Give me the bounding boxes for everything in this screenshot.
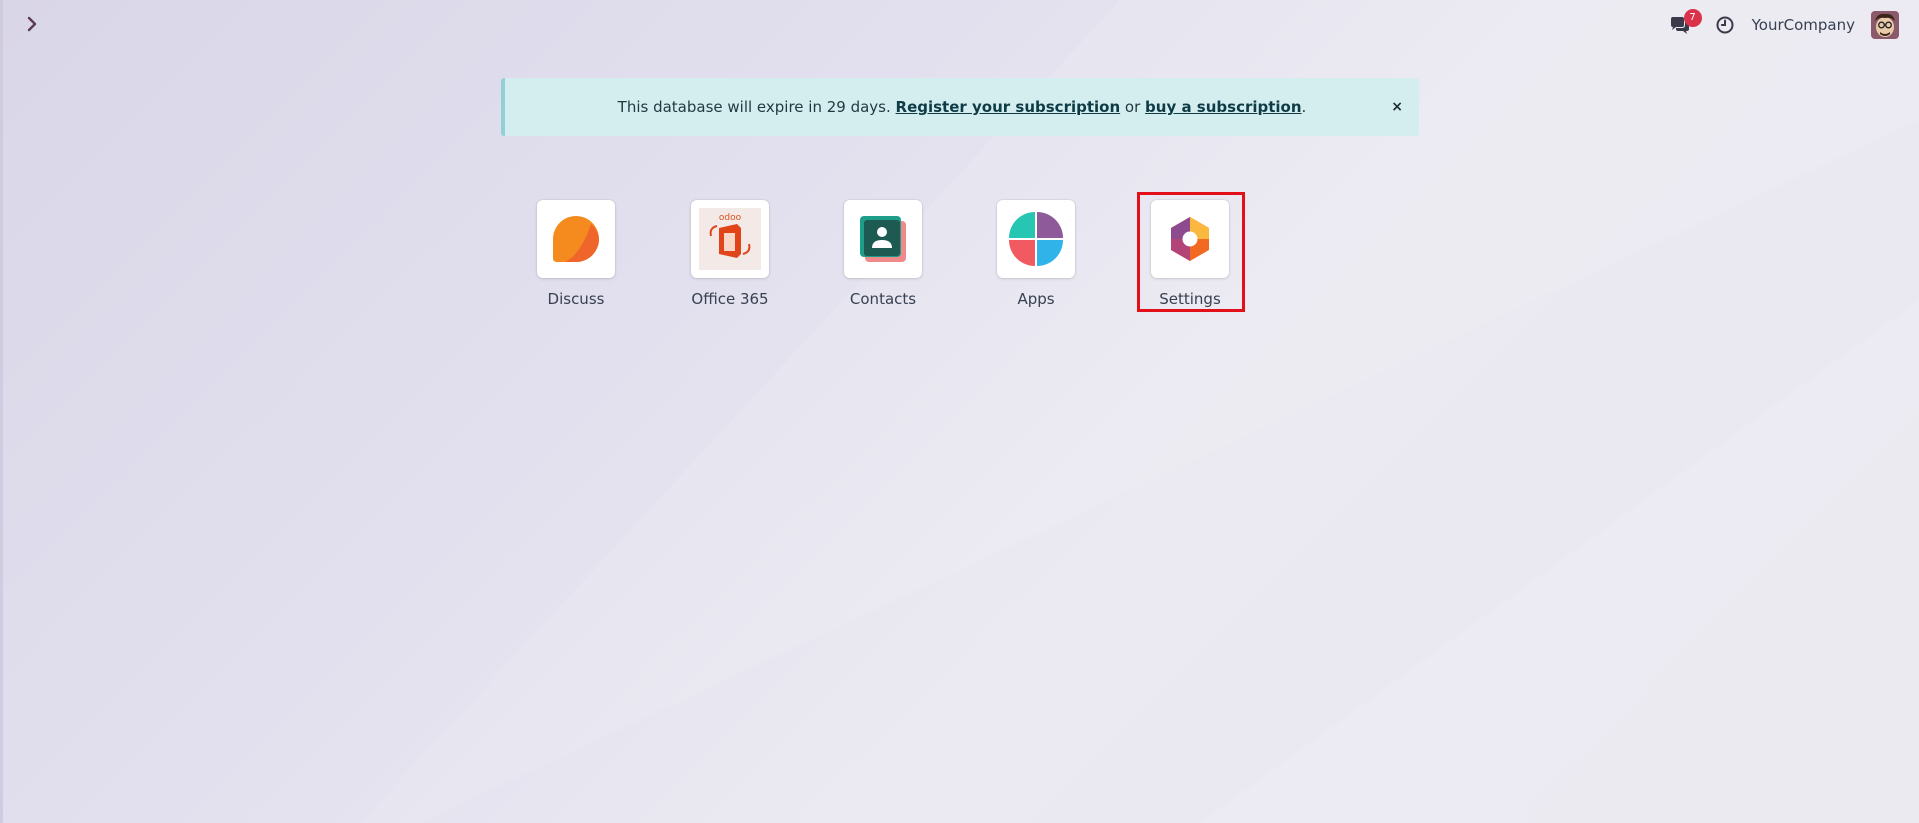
contacts-icon	[860, 216, 906, 262]
close-icon[interactable]: ×	[1391, 99, 1403, 115]
buy-subscription-link[interactable]: buy a subscription	[1145, 98, 1302, 116]
sidebar-toggle-button[interactable]	[20, 12, 44, 36]
user-avatar[interactable]	[1871, 11, 1899, 39]
apps-icon	[1009, 212, 1063, 266]
app-label-settings: Settings	[1159, 290, 1221, 308]
company-switcher[interactable]: YourCompany	[1752, 16, 1855, 34]
app-discuss[interactable]: Discuss	[516, 200, 636, 308]
office365-icon: odoo	[699, 208, 761, 270]
expiration-banner: This database will expire in 29 days. Re…	[501, 78, 1419, 136]
messages-badge: 7	[1683, 9, 1702, 27]
app-tile-discuss[interactable]	[537, 200, 615, 278]
app-tile-contacts[interactable]	[844, 200, 922, 278]
app-tile-settings[interactable]	[1151, 200, 1229, 278]
app-label-office365: Office 365	[691, 290, 769, 308]
discuss-icon	[553, 216, 599, 262]
app-label-contacts: Contacts	[849, 290, 917, 308]
app-office365[interactable]: odoo Office 365	[670, 200, 790, 308]
register-subscription-link[interactable]: Register your subscription	[896, 98, 1121, 116]
left-edge	[0, 0, 3, 823]
app-label-apps: Apps	[1017, 290, 1055, 308]
chevron-right-icon	[27, 16, 37, 32]
svg-text:odoo: odoo	[719, 213, 742, 223]
banner-text-before: This database will expire in 29 days.	[617, 98, 896, 116]
messages-button[interactable]: 7	[1666, 9, 1702, 39]
app-apps[interactable]: Apps	[976, 200, 1096, 308]
app-tile-apps[interactable]	[997, 200, 1075, 278]
app-tile-office365[interactable]: odoo	[691, 200, 769, 278]
app-contacts[interactable]: Contacts	[823, 200, 943, 308]
banner-text-middle: or	[1120, 98, 1146, 116]
clock-icon	[1716, 16, 1734, 34]
avatar-icon	[1871, 11, 1899, 39]
settings-icon	[1171, 217, 1209, 261]
banner-text: This database will expire in 29 days. Re…	[618, 98, 1307, 116]
banner-text-after: .	[1301, 98, 1307, 116]
activity-button[interactable]	[1714, 14, 1736, 36]
app-label-discuss: Discuss	[547, 290, 605, 308]
app-settings[interactable]: Settings	[1130, 200, 1250, 308]
topbar-right: 7 YourCompany	[1666, 9, 1899, 40]
